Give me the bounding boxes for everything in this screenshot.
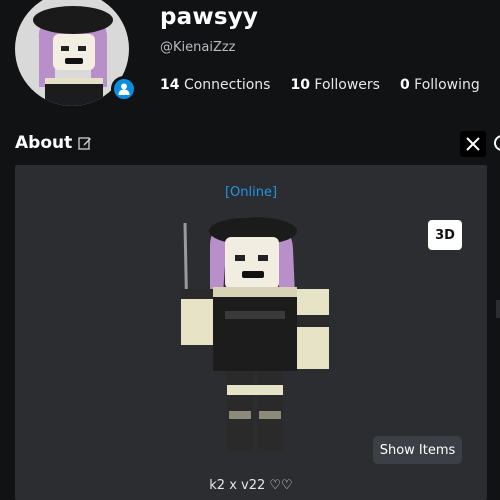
- profile-stats: 14 Connections 10 Followers 0 Following: [160, 77, 500, 93]
- display-name: pawsyy: [160, 4, 259, 30]
- profile-avatar[interactable]: [15, 0, 137, 106]
- online-person-icon: [111, 76, 137, 102]
- x-logo-icon[interactable]: [460, 131, 486, 157]
- username: @KienaiZzz: [160, 40, 236, 55]
- followers-label: Followers: [314, 77, 380, 93]
- about-heading: About: [15, 133, 92, 153]
- connections-stat[interactable]: 14 Connections: [160, 77, 270, 93]
- following-count: 0: [399, 77, 410, 93]
- next-social-icon[interactable]: [494, 131, 500, 155]
- followers-stat[interactable]: 10 Followers: [290, 77, 380, 93]
- following-label: Following: [414, 77, 480, 93]
- following-stat[interactable]: 0 Following: [400, 77, 480, 93]
- bio-text: k2 x v22 ♡♡: [209, 478, 293, 493]
- toggle-3d-button[interactable]: 3D: [428, 220, 462, 250]
- about-title: About: [15, 133, 73, 153]
- followers-count: 10: [290, 77, 310, 93]
- avatar-3d-model[interactable]: [155, 215, 355, 459]
- show-items-button[interactable]: Show Items: [373, 436, 462, 464]
- scroll-edge: [496, 300, 500, 318]
- connections-label: Connections: [183, 77, 271, 93]
- connections-count: 14: [160, 77, 180, 93]
- online-status: [Online]: [224, 185, 278, 200]
- avatar-panel: [Online] 3D Show Items k2 x v22 ♡♡: [15, 165, 487, 500]
- edit-icon[interactable]: [78, 136, 92, 150]
